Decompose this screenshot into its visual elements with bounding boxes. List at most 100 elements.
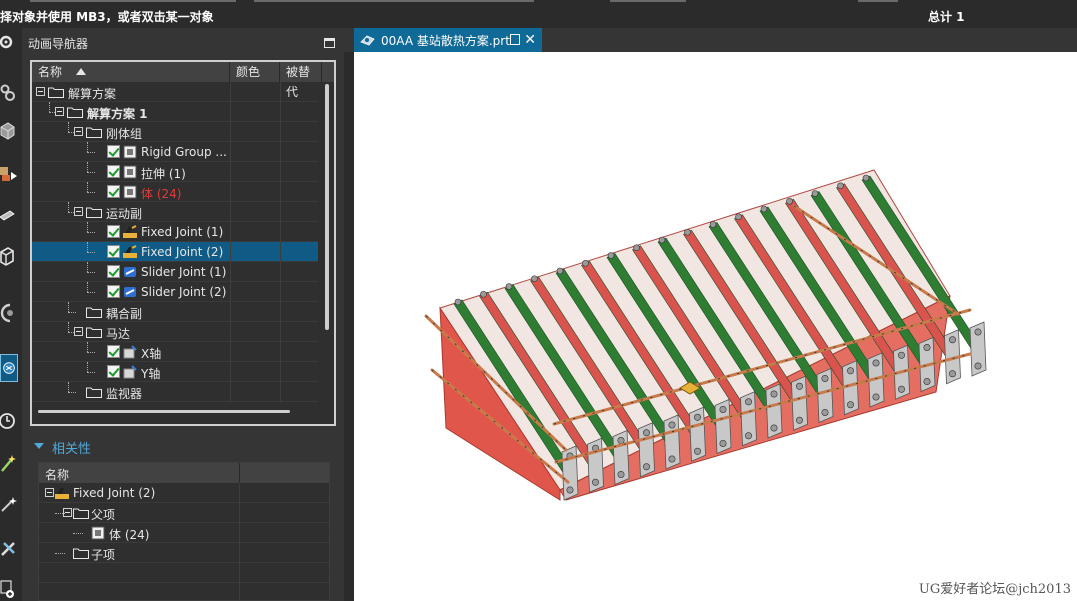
tree-connector: [87, 182, 88, 192]
spring-icon[interactable]: [0, 298, 18, 326]
tree-row[interactable]: 体 (24): [32, 182, 318, 202]
visibility-checkbox[interactable]: [107, 265, 120, 278]
horizontal-scroll-thumb[interactable]: [38, 410, 290, 413]
add-icon[interactable]: [0, 574, 18, 601]
collapse-toggle-icon[interactable]: [74, 207, 83, 216]
maximize-icon[interactable]: [324, 38, 335, 48]
tree-connector: [87, 222, 88, 232]
tree-row[interactable]: Fixed Joint (1): [32, 222, 318, 242]
bolt-head: [846, 367, 854, 375]
tree-connector: [87, 172, 95, 173]
tree-row[interactable]: Y轴: [32, 362, 318, 382]
body-icon: [123, 145, 137, 159]
bolt-head: [617, 470, 625, 478]
vertical-scrollbar[interactable]: [322, 82, 334, 404]
tree-cell-name: Rigid Group ...: [32, 142, 230, 162]
folder-icon: [86, 127, 102, 138]
tree-row[interactable]: 刚体组: [32, 122, 318, 142]
tree-row[interactable]: Slider Joint (2): [32, 282, 318, 302]
bolt-head: [719, 439, 727, 447]
bolt-head: [642, 429, 650, 437]
visibility-checkbox[interactable]: [107, 185, 120, 198]
motor-icon: [123, 345, 137, 359]
relations-row[interactable]: 体 (24): [39, 523, 329, 543]
tree-connector: [68, 122, 69, 132]
visibility-checkbox[interactable]: [107, 165, 120, 178]
box-icon[interactable]: [0, 242, 18, 270]
relations-row[interactable]: 子项: [39, 543, 329, 563]
bolt-head: [837, 182, 844, 190]
folder-icon: [86, 387, 102, 398]
tree-connector: [87, 272, 95, 273]
tree-cell-color: [230, 182, 280, 202]
body-icon: [123, 165, 137, 179]
bolt-head: [592, 478, 600, 486]
tree-row[interactable]: 解算方案: [32, 82, 318, 102]
heat-sink-model[interactable]: [354, 52, 1077, 601]
graphics-tab-strip: 00AA 基站散热方案.prt ✕: [344, 28, 1077, 52]
tree-cell-color: [230, 202, 280, 222]
tree-row[interactable]: Fixed Joint (2): [32, 242, 318, 262]
collapse-toggle-icon[interactable]: [74, 327, 83, 336]
tree-row[interactable]: 耦合副: [32, 302, 318, 322]
bolt-head: [974, 328, 982, 336]
bolt-head: [897, 351, 905, 359]
tree-row[interactable]: 拉伸 (1): [32, 162, 318, 182]
bolt-head: [770, 424, 778, 432]
bolt-head: [948, 370, 956, 378]
visibility-checkbox[interactable]: [107, 145, 120, 158]
spark-icon[interactable]: [0, 490, 18, 518]
tree-row[interactable]: X轴: [32, 342, 318, 362]
tree-cell-name: Slider Joint (2): [32, 282, 230, 302]
collapse-toggle-icon[interactable]: [36, 87, 45, 96]
relations-column-name[interactable]: 名称: [45, 466, 69, 483]
tree-row[interactable]: Rigid Group ...: [32, 142, 318, 162]
tools-icon[interactable]: [0, 534, 18, 562]
animation-icon[interactable]: [0, 354, 18, 382]
tree-row[interactable]: 运动副: [32, 202, 318, 222]
tree-row[interactable]: Slider Joint (1): [32, 262, 318, 282]
bolt-head: [795, 382, 803, 390]
collapse-toggle-icon[interactable]: [74, 127, 83, 136]
status-prompt: 择对象并使用 MB3，或者双击某一对象: [0, 10, 214, 24]
clock-icon[interactable]: [0, 406, 18, 434]
visibility-checkbox[interactable]: [107, 365, 120, 378]
relations-title[interactable]: 相关性: [52, 438, 91, 457]
tree-row[interactable]: 马达: [32, 322, 318, 342]
bolt-head: [693, 447, 701, 455]
tree-cell-color: [230, 322, 280, 342]
collapse-toggle-icon[interactable]: [55, 107, 64, 116]
bolt-head: [709, 221, 717, 228]
column-header-color[interactable]: 颜色: [230, 62, 280, 82]
column-header-name[interactable]: 名称: [32, 62, 230, 82]
column-divider: [239, 543, 240, 563]
tree-connector: [87, 242, 88, 252]
gears-icon[interactable]: [0, 78, 18, 106]
gear-icon[interactable]: [0, 28, 18, 56]
column-header-suppressed[interactable]: 被替代: [280, 62, 322, 99]
document-tab[interactable]: 00AA 基站散热方案.prt ✕: [354, 28, 542, 52]
tree-cell-name: 耦合副: [32, 302, 230, 322]
relations-row[interactable]: Fixed Joint (2): [39, 483, 329, 503]
motion-icon[interactable]: [0, 160, 18, 188]
visibility-checkbox[interactable]: [107, 285, 120, 298]
tree-cell-color: [230, 382, 280, 402]
graphics-viewport[interactable]: UG爱好者论坛@jch2013: [354, 52, 1077, 601]
tree-row[interactable]: 解算方案 1: [32, 102, 318, 122]
plate-icon[interactable]: [0, 200, 18, 228]
bolt-head: [668, 421, 676, 429]
vertical-scroll-thumb[interactable]: [325, 84, 329, 330]
tree-connector: [55, 513, 65, 514]
close-icon[interactable]: ✕: [524, 32, 536, 48]
tree-row-label: Slider Joint (2): [141, 285, 227, 299]
collapse-toggle-icon[interactable]: [45, 488, 54, 497]
visibility-checkbox[interactable]: [107, 225, 120, 238]
collapse-arrow-icon[interactable]: [34, 443, 44, 449]
tree-row[interactable]: 监视器: [32, 382, 318, 402]
visibility-checkbox[interactable]: [107, 245, 120, 258]
visibility-checkbox[interactable]: [107, 345, 120, 358]
wizard-icon[interactable]: [0, 448, 18, 476]
popout-icon[interactable]: [510, 34, 520, 45]
cube-icon[interactable]: [0, 116, 18, 144]
relations-row[interactable]: 父项: [39, 503, 329, 523]
